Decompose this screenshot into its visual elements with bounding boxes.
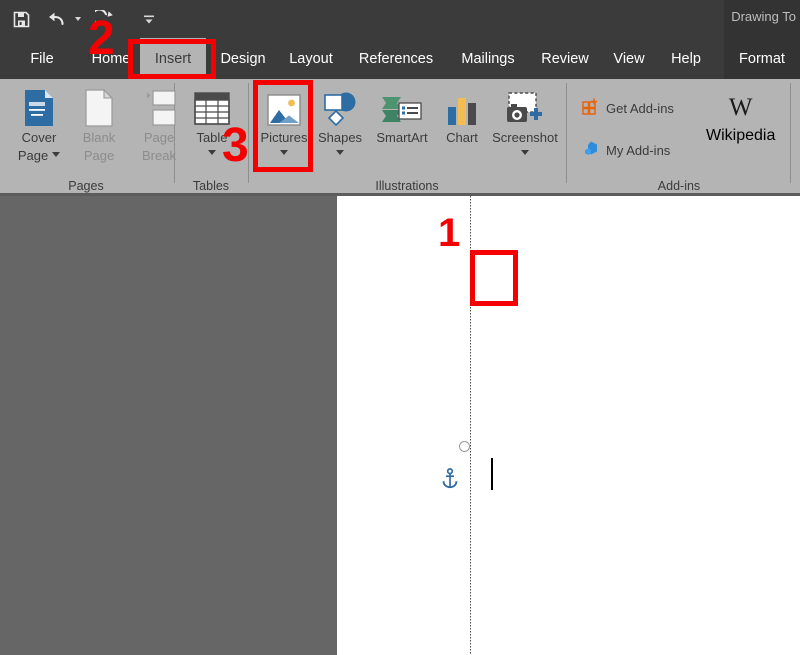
my-addins-button[interactable]: My Add-ins (582, 139, 690, 162)
page-break-button[interactable]: Page Break (128, 79, 190, 163)
get-addins-label: Get Add-ins (606, 101, 674, 116)
group-label-tables: Tables (176, 179, 246, 193)
get-addins-button[interactable]: Get Add-ins (582, 97, 674, 120)
tab-help[interactable]: Help (660, 38, 712, 79)
group-label-pages: Pages (0, 179, 172, 193)
tab-file[interactable]: File (18, 38, 66, 79)
anchor-icon (441, 468, 459, 495)
page-break-icon (142, 83, 176, 127)
smartart-label: SmartArt (376, 130, 427, 145)
tab-format[interactable]: Format (724, 38, 800, 79)
chart-label: Chart (446, 130, 478, 145)
tab-references[interactable]: References (348, 38, 444, 79)
cover-page-dropdown-icon[interactable] (52, 152, 60, 157)
shapes-dropdown-icon[interactable] (336, 150, 344, 155)
screenshot-label: Screenshot (492, 130, 558, 145)
group-separator (790, 83, 791, 183)
tab-design[interactable]: Design (212, 38, 274, 79)
shapes-button[interactable]: Shapes (312, 79, 368, 155)
cover-page-icon (24, 83, 54, 127)
step-number-3: 3 (222, 122, 249, 170)
wikipedia-button[interactable]: W Wikipedia (706, 95, 775, 145)
document-title: Drawing To (731, 9, 796, 24)
blank-page-label2: Page (84, 148, 114, 163)
shapes-icon (320, 83, 360, 127)
insert-tab-highlight (128, 39, 216, 79)
tab-layout[interactable]: Layout (280, 38, 342, 79)
smartart-button[interactable]: SmartArt (368, 79, 436, 145)
customize-quick-access-icon[interactable] (134, 4, 164, 34)
pictures-button-highlight (253, 80, 313, 172)
quick-access-buttons (0, 0, 164, 38)
screenshot-icon (504, 83, 546, 127)
step-number-1: 1 (438, 213, 460, 253)
cover-page-label2: Page (18, 148, 48, 163)
quick-access-toolbar: Drawing To (0, 0, 800, 38)
text-cursor-highlight (470, 250, 518, 306)
ribbon-tab-strip: File Home Insert Design Layout Reference… (0, 38, 800, 79)
group-separator (566, 83, 567, 183)
page-break-label2: Break (142, 148, 176, 163)
cover-page-label: Cover (22, 130, 57, 145)
tab-view[interactable]: View (604, 38, 654, 79)
screenshot-dropdown-icon[interactable] (521, 150, 529, 155)
document-workspace[interactable] (0, 196, 800, 655)
smartart-icon (381, 83, 423, 127)
undo-dropdown-icon[interactable] (72, 4, 84, 34)
document-page[interactable] (337, 196, 800, 655)
ribbon: Cover Page Blank Page Page Break (0, 79, 800, 195)
group-label-addins: Add-ins (568, 179, 790, 193)
cover-page-button[interactable]: Cover Page (8, 79, 70, 163)
blank-page-label: Blank (83, 130, 116, 145)
tab-review[interactable]: Review (532, 38, 598, 79)
shapes-label: Shapes (318, 130, 362, 145)
my-addins-label: My Add-ins (606, 143, 670, 158)
group-label-illustrations: Illustrations (252, 179, 562, 193)
screenshot-button[interactable]: Screenshot (486, 79, 564, 155)
step-number-2: 2 (88, 15, 115, 63)
table-dropdown-icon[interactable] (208, 150, 216, 155)
get-addins-icon (582, 97, 600, 120)
save-icon[interactable] (6, 4, 36, 34)
chart-button[interactable]: Chart (438, 79, 486, 145)
page-break-label: Page (144, 130, 174, 145)
rotate-handle[interactable] (459, 441, 470, 452)
my-addins-icon (582, 139, 600, 162)
wikipedia-label: Wikipedia (706, 127, 775, 145)
wikipedia-icon: W (729, 95, 753, 121)
blank-page-icon (85, 83, 113, 127)
chart-icon (446, 83, 478, 127)
tab-mailings[interactable]: Mailings (450, 38, 526, 79)
blank-page-button[interactable]: Blank Page (70, 79, 128, 163)
undo-icon[interactable] (42, 4, 72, 34)
text-cursor (491, 458, 493, 490)
